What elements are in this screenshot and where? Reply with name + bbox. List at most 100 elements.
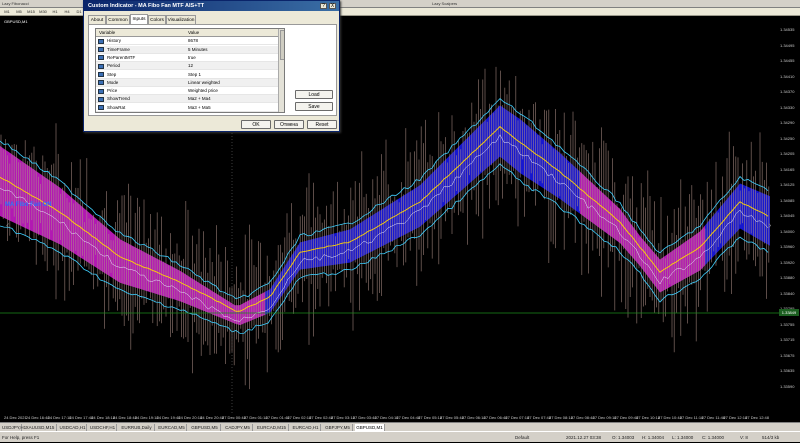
price-tick-label: 1.34045 [780,213,795,218]
inputs-grid: Variable Value History 8678 TimeFrame 5 Min… [95,28,285,113]
chart-tab[interactable]: GBPUSD,M5 [189,424,221,431]
time-tick-label: 27 Dec 09:48 [614,415,639,420]
tab-inputs[interactable]: Inputs [130,14,148,24]
input-variable: History [107,38,122,44]
time-tick-label: 27 Dec 11:48 [701,415,726,420]
load-button[interactable]: Load [295,90,333,99]
chart-tab[interactable]: USDJPY,H1 [2,424,26,431]
parameter-icon [98,38,104,44]
parameter-icon [98,63,104,69]
chart-tab[interactable]: USDCAD,H1 [59,424,87,431]
time-tick-label: 27 Dec 08:48 [570,415,595,420]
status-bar: For Help, press F1 Default 2021.12.27 03… [0,431,800,442]
input-variable: Mode [107,79,119,85]
time-tick-label: 27 Dec 01:18 [243,415,268,420]
input-value[interactable]: 12 [188,62,193,70]
input-row[interactable]: Period 12 [96,62,278,71]
status-low: L: 1.34000 [672,435,694,440]
tf-m1-button[interactable]: M1 [2,9,12,15]
parameter-icon [98,88,104,94]
save-button[interactable]: Save [295,102,333,111]
dialog-titlebar[interactable]: Custom Indicator - MA Fibo Fan MTF AIS+T… [84,1,339,11]
chart-symbol-title: GBPUSD,M1 [4,19,28,24]
price-tick-label: 1.34205 [780,151,795,156]
status-close: C: 1.34000 [702,435,725,440]
help-button[interactable]: ? [320,3,327,9]
grid-header-variable[interactable]: Variable [99,29,115,37]
input-variable: Period [107,63,121,69]
input-variable: ShowRat [107,104,126,110]
tf-h1-button[interactable]: H1 [50,9,60,15]
chart-tab[interactable]: EURCAD,H1 [291,424,321,431]
input-row[interactable]: History 8678 [96,37,278,46]
tool-label[interactable]: Lazy Scalpers [432,0,457,8]
price-tick-label: 1.34370 [780,89,795,94]
time-tick-label: 27 Dec 08:18 [549,415,573,420]
tab-about[interactable]: About [88,15,106,24]
chart-tab[interactable]: EURCAD,M5 [157,424,187,431]
time-tick-label: 27 Dec 04:48 [396,415,421,420]
tab-common[interactable]: Common [106,15,130,24]
scroll-left-icon[interactable]: ‹ [6,220,9,231]
tf-m30-button[interactable]: M30 [38,9,48,15]
reset-button[interactable]: Reset [307,120,337,129]
input-row[interactable]: Step Step 1 [96,71,278,79]
time-tick-label: 27 Dec 12:18 [723,415,748,420]
price-tick-label: 1.33960 [780,244,795,249]
input-row[interactable]: ShowTrend Ma2 + Ma4 [96,95,278,104]
time-tick-label: 27 Dec 05:18 [418,415,442,420]
status-open: O: 1.34003 [612,435,635,440]
chart-tab[interactable]: GBPUSD,M1 [355,424,385,431]
close-button[interactable]: X [329,3,336,9]
time-tick-label: 24 Dec 18:48 [113,415,137,420]
time-tick-label: 27 Dec 09:18 [592,415,617,420]
chart-tab[interactable]: CADJPY,M5 [223,424,253,431]
parameter-icon [98,47,104,53]
parameter-icon [98,55,104,61]
price-tick-label: 1.34125 [780,182,795,187]
price-tick-label: 1.34330 [780,104,795,110]
input-value[interactable]: 8678 [188,37,198,45]
input-value[interactable]: Linear weighted [188,79,220,87]
input-row[interactable]: TimeFrame 5 Minutes [96,45,278,54]
parameter-icon [98,72,104,77]
tf-m5-button[interactable]: M5 [14,9,24,15]
input-value[interactable]: Ma3 + Ma5 [188,104,211,112]
price-tick-label: 1.34250 [780,135,795,141]
chart-tab[interactable]: EURCAD,M15 [255,424,289,431]
status-datetime: 2021.12.27 03:38 [566,435,602,440]
price-tick-label: 1.33590 [780,383,795,389]
parameter-icon [98,80,104,86]
input-value[interactable]: Step 1 [188,71,201,79]
scrollbar-thumb[interactable] [280,30,284,60]
input-variable: ShowTrend [107,96,130,102]
input-row[interactable]: Price Weighted price [96,87,278,96]
input-value[interactable]: Weighted price [188,87,218,95]
input-row[interactable]: ReParentMTF true [96,54,278,62]
chart-tab[interactable]: GBPJPY,M5 [323,424,353,431]
status-traffic: 514/3 kb [762,435,780,440]
input-value[interactable]: Ma2 + Ma4 [188,95,211,103]
input-row[interactable]: Mode Linear weighted [96,78,278,87]
grid-header-value[interactable]: Value [188,29,199,37]
chart-tab[interactable]: EURRUB,Daily [119,424,155,431]
input-value[interactable]: 5 Minutes [188,46,208,54]
scroll-right-icon[interactable]: › [768,220,771,231]
tf-h4-button[interactable]: H4 [62,9,72,15]
chart-tab[interactable]: XAUUSD,M15 [24,424,57,431]
chart-tab[interactable]: USDCHF,H1 [89,424,117,431]
price-tick-label: 1.33920 [780,259,795,265]
tf-m15-button[interactable]: M15 [26,9,36,15]
tab-colors[interactable]: Colors [148,15,166,24]
ok-button[interactable]: OK [241,120,271,129]
time-tick-label: 27 Dec 01:48 [265,415,290,420]
price-tick-label: 1.33755 [780,321,795,327]
input-value[interactable]: true [188,54,196,62]
input-row[interactable]: ShowRat Ma3 + Ma5 [96,104,278,112]
parameter-icon [98,105,104,111]
tab-visualization[interactable]: Visualization [166,15,196,24]
cancel-button[interactable]: Отмена [274,120,304,129]
status-volume: V: 8 [740,435,748,440]
grid-scrollbar[interactable] [278,29,284,112]
price-tick-label: 1.34535 [780,27,795,32]
